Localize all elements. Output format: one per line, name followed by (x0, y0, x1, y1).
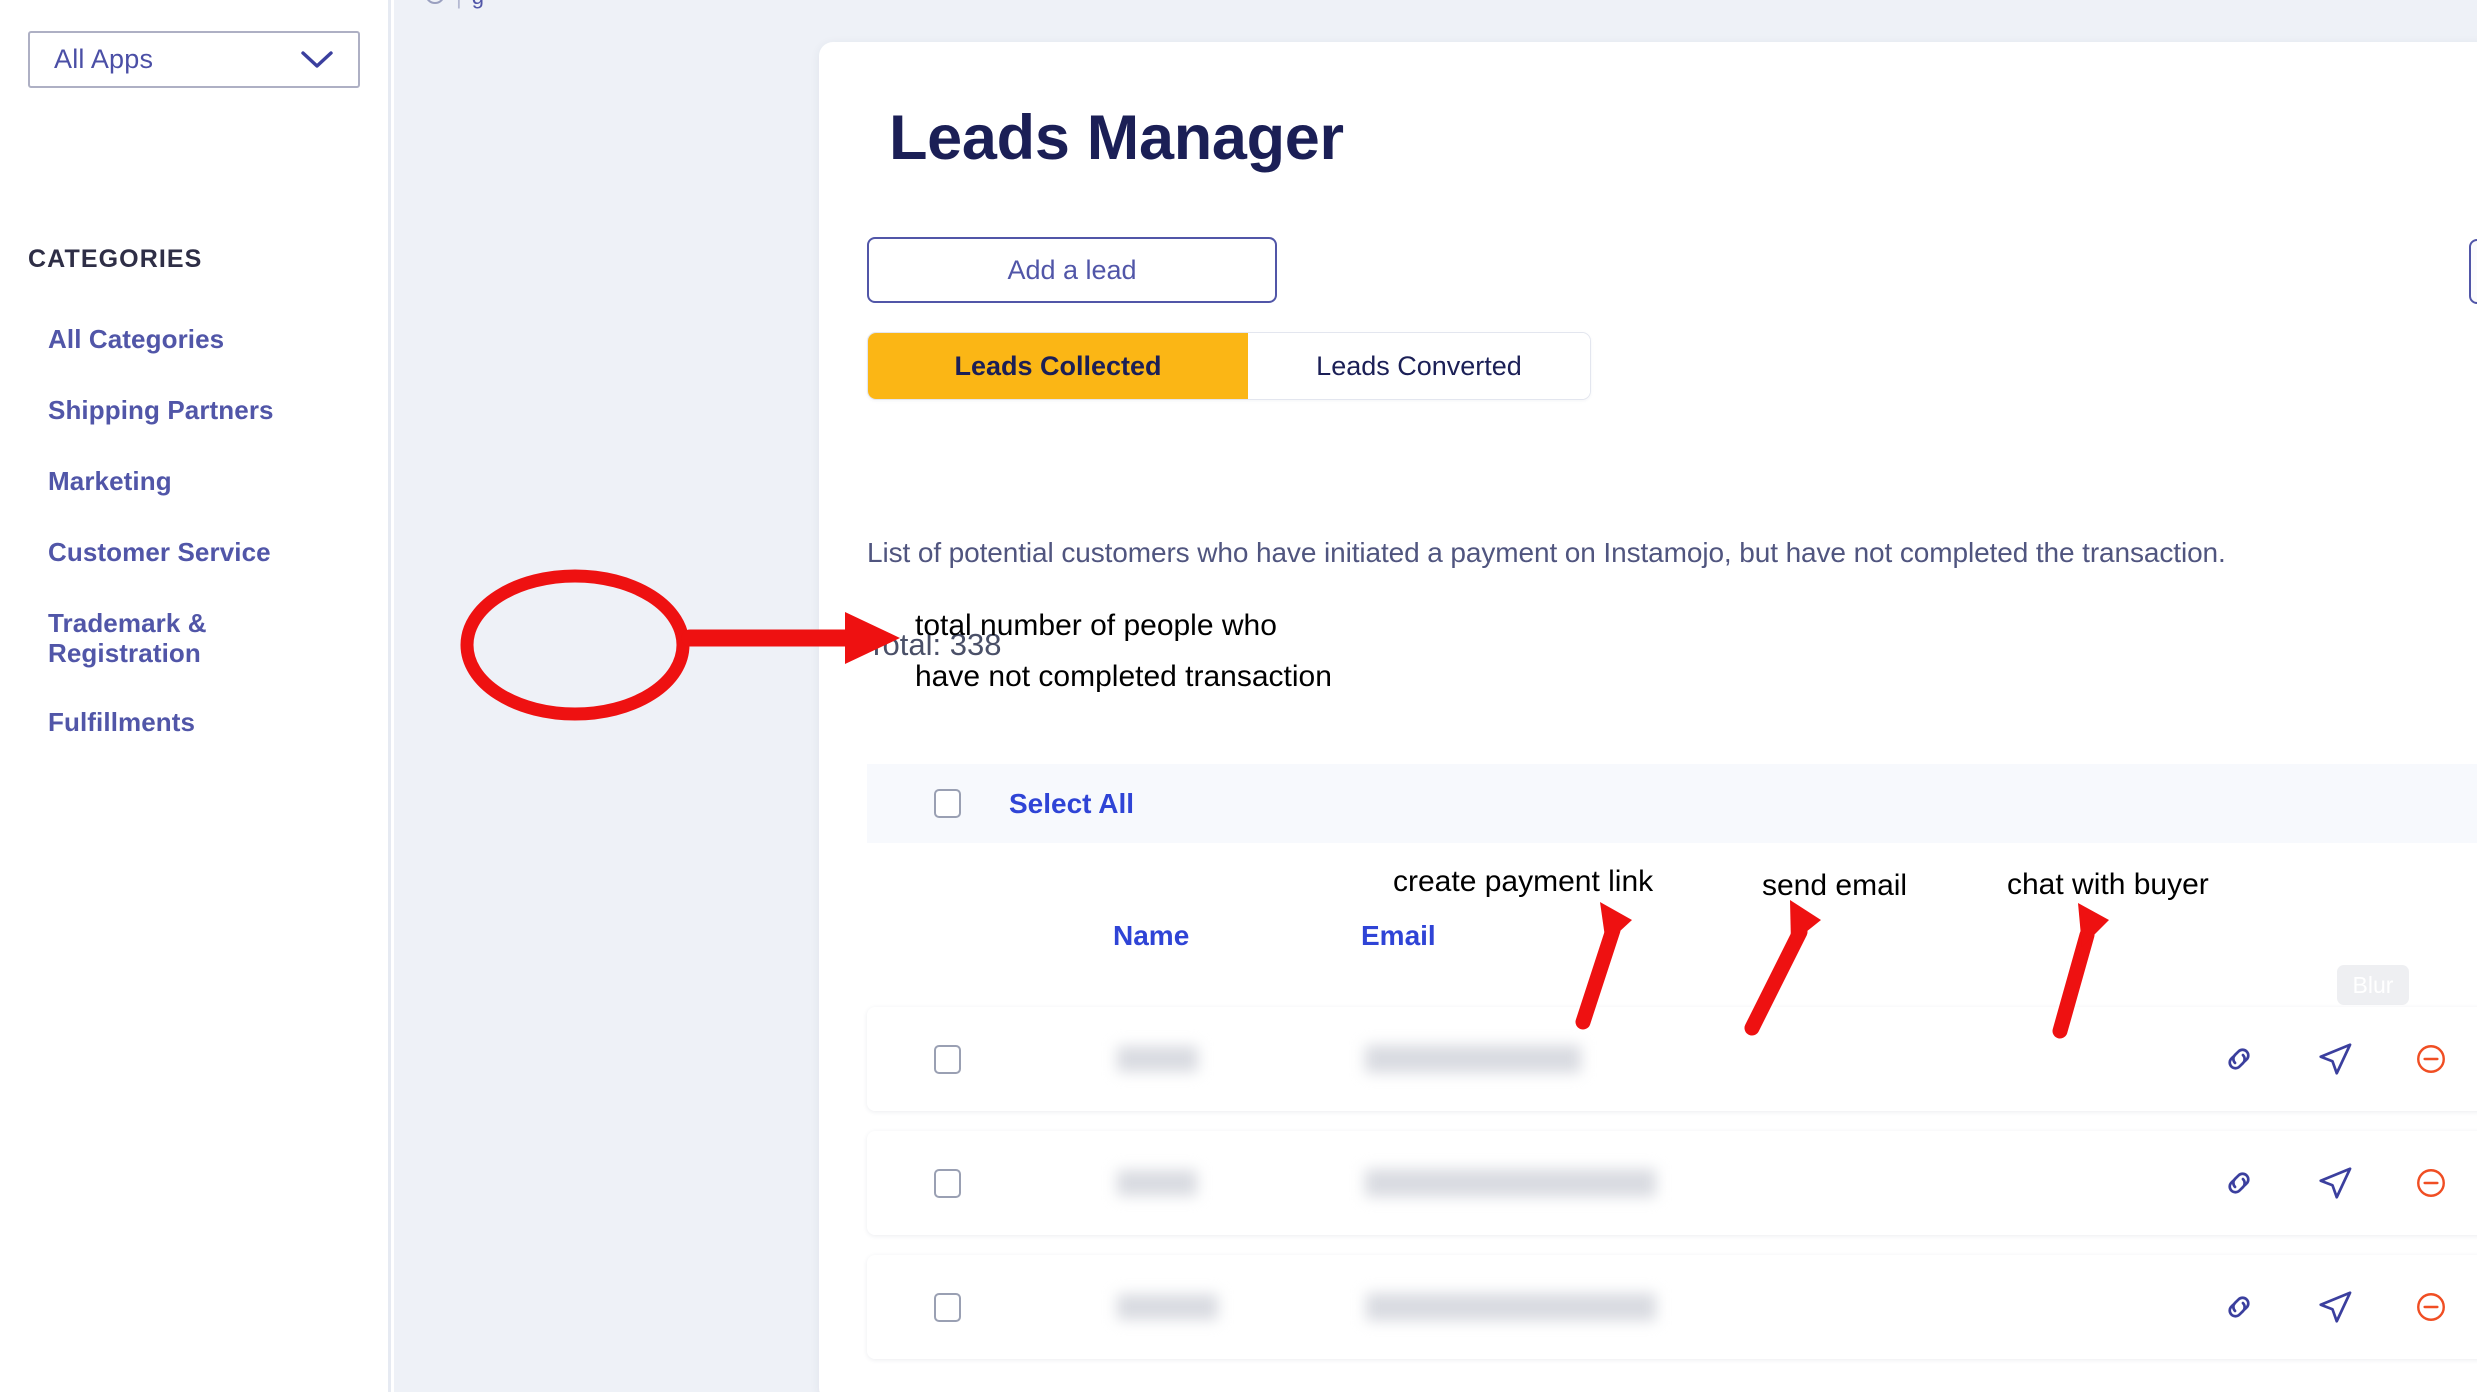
annotation-chat-with-buyer: chat with buyer (2007, 869, 2209, 901)
select-all-checkbox[interactable] (934, 789, 961, 818)
lead-name-redacted (1117, 1170, 1197, 1196)
leads-manager-card: Leads Manager Add a lead Actions Leads C… (819, 42, 2477, 1392)
send-icon (2316, 1040, 2354, 1078)
column-header-email: Email (1361, 920, 1761, 952)
lead-email-redacted (1366, 1293, 1656, 1321)
annotation-create-payment-link: create payment link (1393, 866, 1653, 898)
row-select-checkbox[interactable] (934, 1293, 961, 1322)
link-icon (2220, 1164, 2258, 1202)
all-apps-dropdown[interactable]: All Apps (28, 31, 360, 88)
add-lead-button-label: Add a lead (1007, 255, 1136, 286)
block-icon (2414, 1042, 2448, 1076)
breadcrumb: | g (424, 0, 484, 10)
sidebar-item-trademark-registration[interactable]: Trademark & Registration (48, 609, 368, 667)
block-lead-button[interactable] (2383, 1166, 2477, 1200)
annotation-total-note-line1: total number of people who (915, 610, 1277, 642)
row-actions (2191, 1288, 2477, 1326)
blur-tool-badge-label: Blur (2353, 972, 2394, 999)
breadcrumb-home-icon[interactable] (424, 0, 446, 10)
send-icon (2316, 1164, 2354, 1202)
sidebar-item-marketing[interactable]: Marketing (48, 467, 368, 496)
page-title: Leads Manager (889, 102, 1344, 174)
content-background: | g Leads Manager Add a lead Actions Lea… (394, 0, 2477, 1392)
send-email-button[interactable] (2287, 1288, 2383, 1326)
tab-leads-collected[interactable]: Leads Collected (868, 333, 1248, 399)
send-icon (2316, 1288, 2354, 1326)
block-icon (2414, 1290, 2448, 1324)
table-row[interactable] (867, 1007, 2477, 1111)
table-row[interactable] (867, 1255, 2477, 1359)
table-header: Name Email (867, 920, 2477, 952)
sidebar-item-shipping-partners[interactable]: Shipping Partners (48, 396, 368, 425)
leads-tabs: Leads Collected Leads Converted (867, 332, 1591, 400)
leads-table-body (867, 1007, 2477, 1379)
lead-email-redacted (1365, 1169, 1656, 1197)
table-row[interactable] (867, 1131, 2477, 1235)
categories-heading: CATEGORIES (28, 245, 202, 274)
sidebar-item-fulfillments[interactable]: Fulfillments (48, 708, 368, 737)
column-header-name: Name (1113, 920, 1361, 952)
app-root: All Apps CATEGORIES All Categories Shipp… (0, 0, 2477, 1392)
row-actions (2191, 1164, 2477, 1202)
send-email-button[interactable] (2287, 1164, 2383, 1202)
chevron-down-icon (300, 50, 334, 70)
row-select-checkbox[interactable] (934, 1045, 961, 1074)
create-payment-link-button[interactable] (2191, 1164, 2287, 1202)
annotation-send-email: send email (1762, 870, 1907, 902)
sidebar: All Apps CATEGORIES All Categories Shipp… (0, 0, 391, 1392)
blur-tool-badge[interactable]: Blur (2337, 965, 2409, 1005)
add-lead-button[interactable]: Add a lead (867, 237, 1277, 303)
breadcrumb-trailing[interactable]: g (472, 0, 484, 10)
block-lead-button[interactable] (2383, 1290, 2477, 1324)
lead-name-redacted (1117, 1294, 1218, 1320)
create-payment-link-button[interactable] (2191, 1288, 2287, 1326)
row-select-checkbox[interactable] (934, 1169, 961, 1198)
create-payment-link-button[interactable] (2191, 1040, 2287, 1078)
actions-dropdown-button[interactable]: Actions (2469, 239, 2477, 304)
category-list: All Categories Shipping Partners Marketi… (48, 325, 368, 737)
sidebar-item-all-categories[interactable]: All Categories (48, 325, 368, 354)
sidebar-item-customer-service[interactable]: Customer Service (48, 538, 368, 567)
lead-email-redacted (1365, 1045, 1581, 1073)
annotation-total-note-line2: have not completed transaction (915, 661, 1332, 693)
link-icon (2220, 1040, 2258, 1078)
link-icon (2220, 1288, 2258, 1326)
row-actions (2191, 1040, 2477, 1078)
lead-name-redacted (1117, 1046, 1198, 1072)
block-lead-button[interactable] (2383, 1042, 2477, 1076)
send-email-button[interactable] (2287, 1040, 2383, 1078)
block-icon (2414, 1166, 2448, 1200)
tab-leads-converted[interactable]: Leads Converted (1248, 333, 1590, 399)
select-all-label: Select All (1009, 788, 1134, 820)
leads-description: List of potential customers who have ini… (867, 537, 2226, 569)
breadcrumb-separator: | (456, 0, 462, 10)
select-all-bar: Select All (867, 764, 2477, 843)
all-apps-dropdown-label: All Apps (54, 44, 153, 75)
